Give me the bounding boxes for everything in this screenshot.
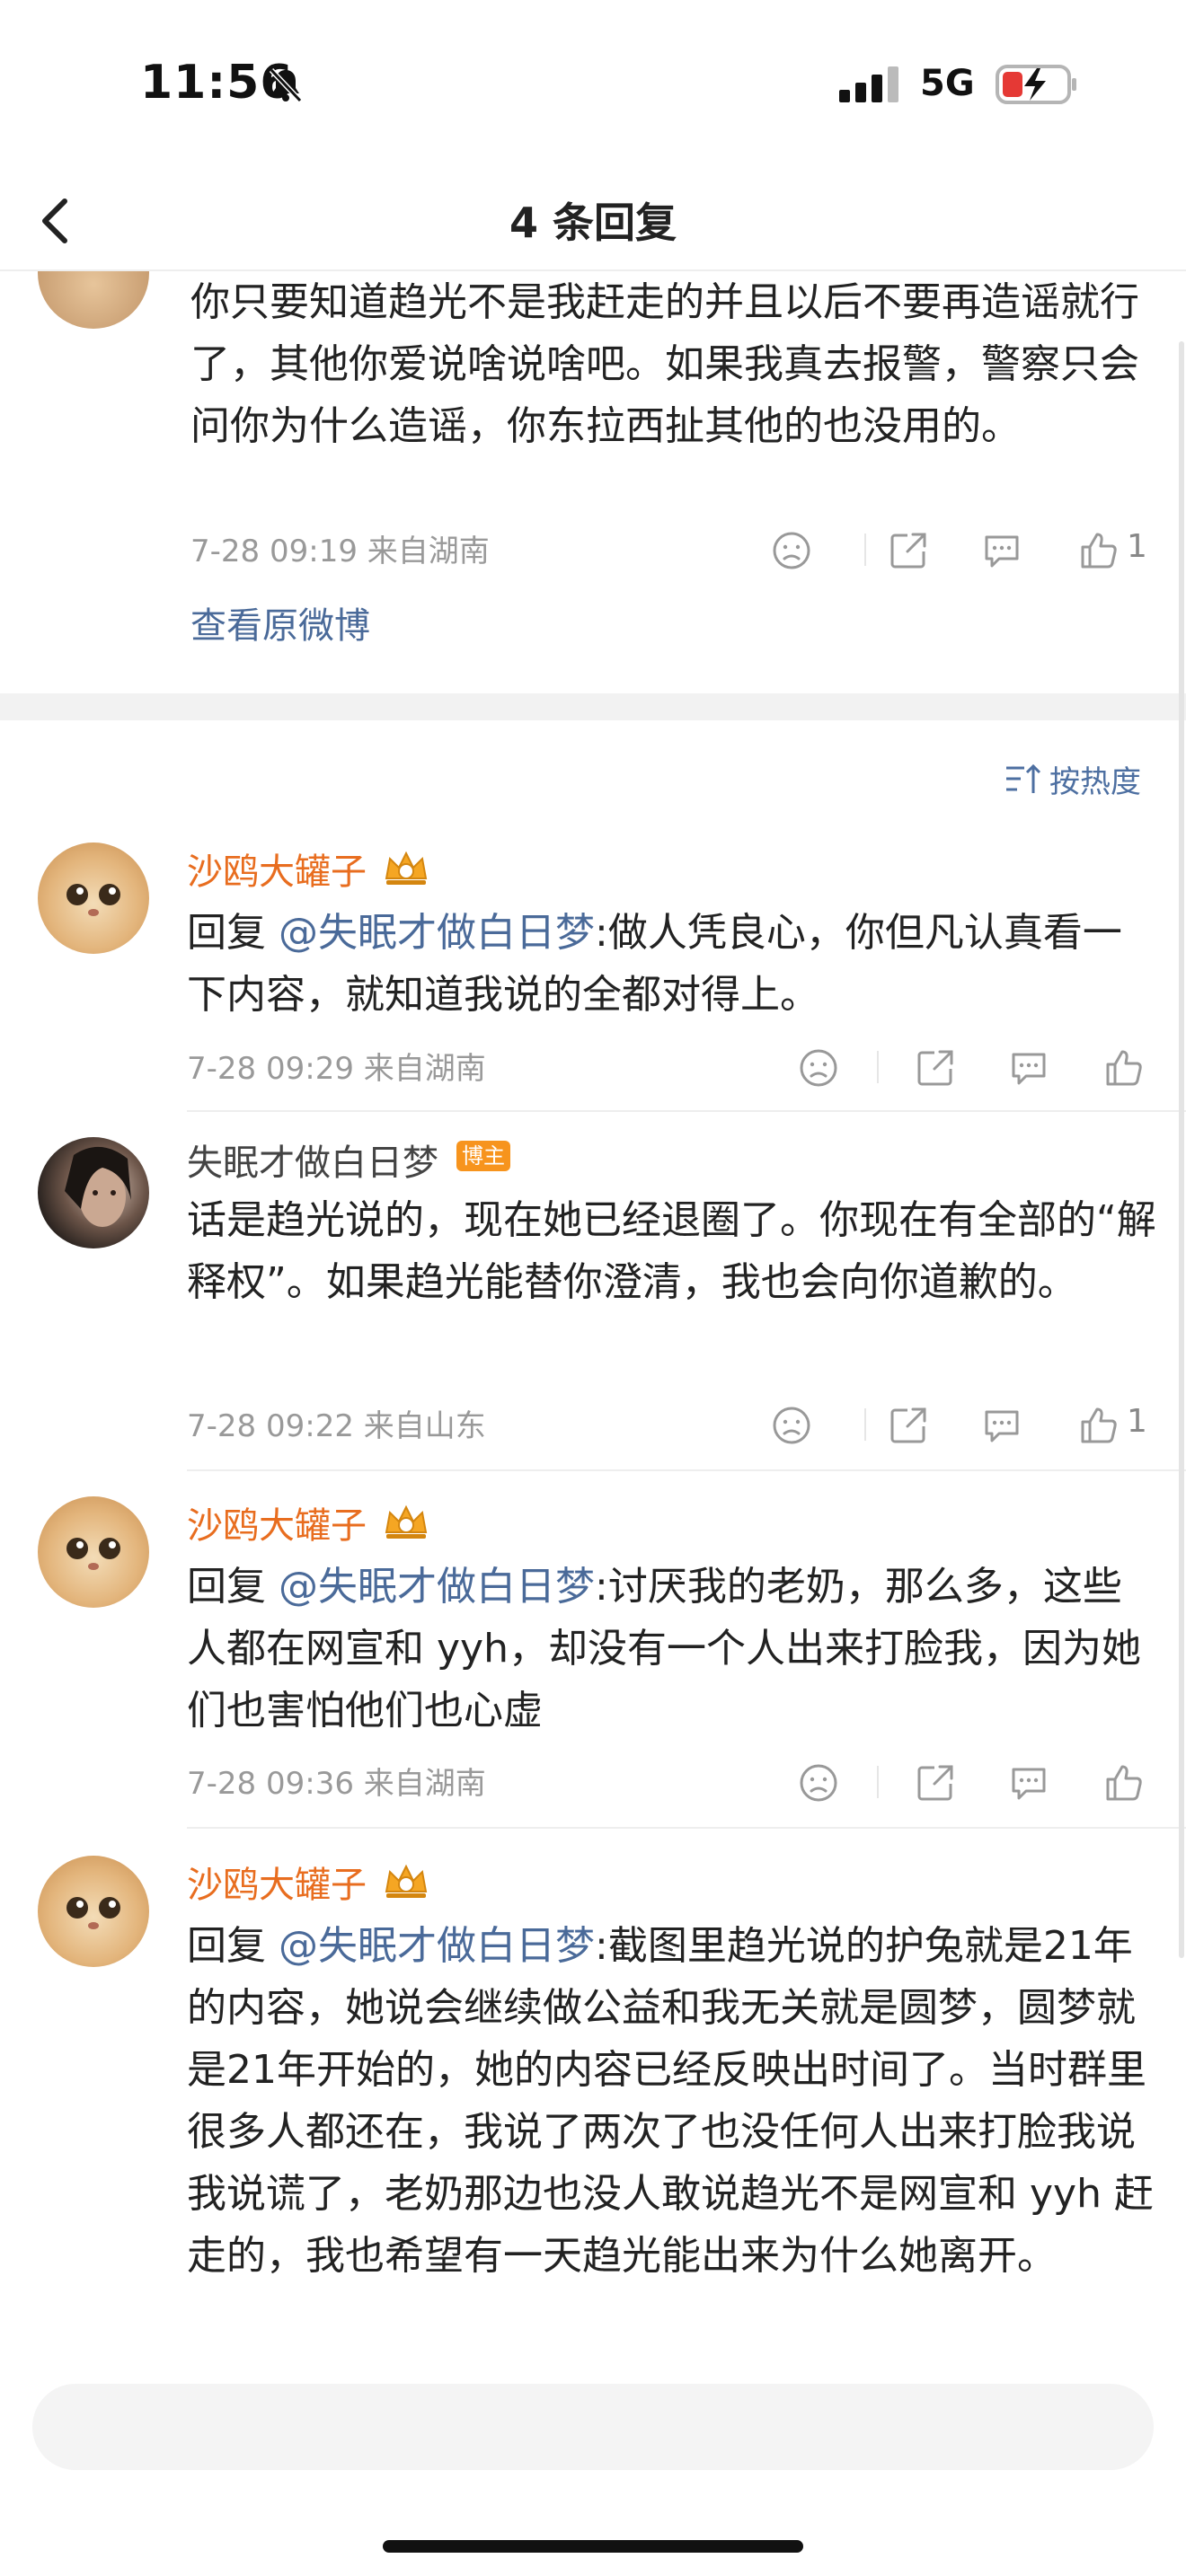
comment-icon[interactable] [981,1405,1022,1450]
username[interactable]: 失眠才做白日梦 [187,1134,438,1186]
like-icon[interactable] [1078,530,1120,575]
post-actions: 1 [771,525,1157,575]
divider [187,1469,1186,1471]
comment-icon[interactable] [981,530,1022,575]
comment-actions [771,1042,1157,1092]
avatar[interactable] [38,1496,149,1608]
owner-badge: 博主 [456,1141,510,1171]
sort-button[interactable]: 按热度 [1005,756,1141,801]
avatar[interactable] [38,271,149,329]
sort-icon [1006,763,1041,793]
divider [187,1110,1186,1112]
comment-icon[interactable] [1008,1047,1049,1092]
like-count: 1 [1127,528,1147,565]
crown-badge-icon [381,848,431,891]
divider [187,1827,1186,1829]
comment-text: 回复 @失眠才做白日梦:截图里趋光说的护兔就是21年的内容，她说会继续做公益和我… [187,1923,1154,2279]
repost-icon[interactable] [888,1405,929,1450]
view-original-link[interactable]: 查看原微博 [190,596,370,648]
dislike-icon[interactable] [771,1405,812,1450]
repost-icon[interactable] [888,530,929,575]
sort-label: 按热度 [1049,763,1141,800]
dislike-icon[interactable] [798,1047,839,1092]
mention-link[interactable]: @失眠才做白日梦 [279,1564,595,1610]
dislike-icon[interactable] [798,1762,839,1807]
comment-actions [771,1757,1157,1807]
comment-text: 回复 @失眠才做白日梦:讨厌我的老奶，那么多，这些人都在网宣和 yyh，却没有一… [187,1564,1141,1734]
reply-item: 沙鸥大罐子 回复 @失眠才做白日梦:讨厌我的老奶，那么多，这些人都在网宣和 yy… [0,1493,1186,1829]
reply-item: 失眠才做白日梦 博主 话是趋光说的，现在她已经退圈了。你现在有全部的“解释权”。… [0,1134,1186,1471]
like-count: 1 [1127,1403,1147,1440]
crown-badge-icon [381,1861,431,1904]
comment-meta: 7-28 09:22 来自山东 [187,1408,486,1444]
comment-actions: 1 [771,1399,1157,1450]
dislike-icon[interactable] [771,530,812,575]
nav-bar: 4 条回复 [0,171,1186,271]
comment-meta: 7-28 09:36 来自湖南 [187,1766,486,1802]
comment-input[interactable] [32,2384,1154,2470]
bell-slash-icon [266,65,305,108]
comment-text: 回复 @失眠才做白日梦:做人凭良心，你但凡认真看一下内容，就知道我说的全都对得上… [187,910,1122,1018]
action-divider [877,1766,879,1798]
section-divider [0,693,1186,720]
post-meta: 7-28 09:19 来自湖南 [190,534,490,569]
mention-link[interactable]: @失眠才做白日梦 [279,910,595,956]
mention-link[interactable]: @失眠才做白日梦 [279,1923,595,1969]
reply-item: 沙鸥大罐子 回复 @失眠才做白日梦:做人凭良心，你但凡认真看一下内容，就知道我说… [0,839,1186,1112]
original-post: 你只要知道趋光不是我赶走的并且以后不要再造谣就行了，其他你爱说啥说啥吧。如果我真… [0,271,1186,693]
network-type: 5G [920,63,975,104]
signal-icon [839,66,902,106]
original-post-text: 你只要知道趋光不是我赶走的并且以后不要再造谣就行了，其他你爱说啥说啥吧。如果我真… [190,279,1139,449]
avatar[interactable] [38,842,149,954]
avatar[interactable] [38,1137,149,1248]
repost-icon[interactable] [915,1047,956,1092]
action-divider [864,534,866,566]
scrollbar[interactable] [1179,341,1184,1958]
avatar[interactable] [38,1856,149,1967]
action-divider [877,1051,879,1083]
username[interactable]: 沙鸥大罐子 [187,842,367,895]
comment-text: 话是趋光说的，现在她已经退圈了。你现在有全部的“解释权”。如果趋光能替你澄清，我… [187,1197,1156,1305]
repost-icon[interactable] [915,1762,956,1807]
home-indicator [383,2540,803,2553]
comment-meta: 7-28 09:29 来自湖南 [187,1051,486,1087]
comment-icon[interactable] [1008,1762,1049,1807]
username[interactable]: 沙鸥大罐子 [187,1496,367,1548]
action-divider [864,1408,866,1441]
like-icon[interactable] [1103,1762,1145,1807]
status-bar: 11:56 5G [0,0,1186,171]
crown-badge-icon [381,1502,431,1545]
page-title: 4 条回复 [509,198,677,247]
reply-item: 沙鸥大罐子 回复 @失眠才做白日梦:截图里趋光说的护兔就是21年的内容，她说会继… [0,1852,1186,2373]
like-icon[interactable] [1078,1405,1120,1450]
username[interactable]: 沙鸥大罐子 [187,1856,367,1908]
like-icon[interactable] [1103,1047,1145,1092]
battery-charging-icon [996,65,1078,108]
